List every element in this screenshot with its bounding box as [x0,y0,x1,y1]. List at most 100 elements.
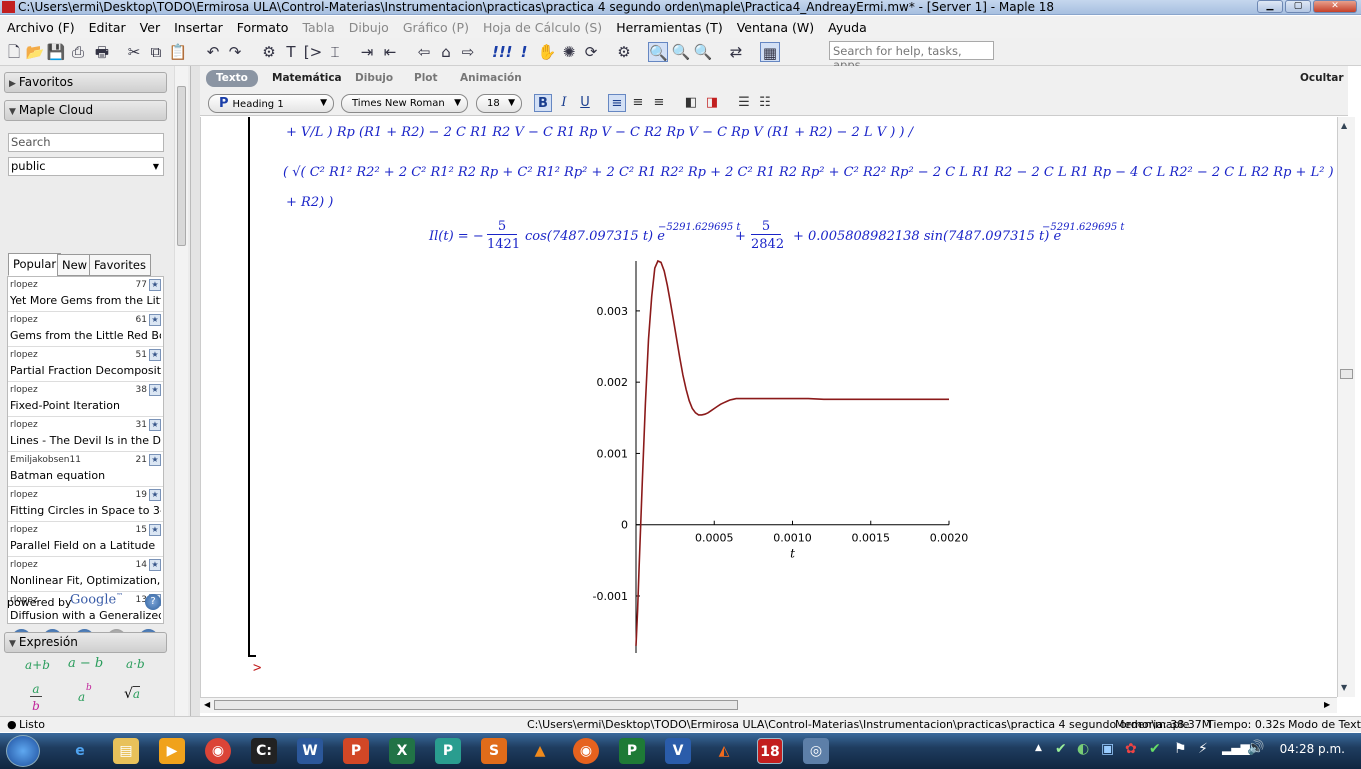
tab-texto[interactable]: Texto [206,70,258,87]
word-icon[interactable]: W [297,738,323,764]
paste-icon[interactable]: 📋 [168,42,188,62]
undo-icon[interactable]: ↶ [203,42,223,62]
panel-splitter[interactable] [191,66,200,716]
star-icon[interactable]: ★ [149,559,161,571]
command-prompt-icon[interactable]: C: [251,738,277,764]
app-taskbar-icon[interactable]: ◎ [803,738,829,764]
palette-toggle-icon[interactable]: ▦ [760,42,780,62]
star-icon[interactable]: ★ [149,489,161,501]
menu-herramientas[interactable]: Herramientas (T) [609,20,730,35]
star-icon[interactable]: ★ [149,419,161,431]
tab-favorites[interactable]: Favorites [89,254,151,276]
copy-icon[interactable]: ⧉ [146,42,166,62]
underline-button[interactable]: U [576,94,594,112]
text-mode-icon[interactable]: T [281,42,301,62]
tray-update-icon[interactable]: ✔ [1149,741,1161,757]
sigma-icon[interactable]: ⌶ [325,42,345,62]
menu-tabla[interactable]: Tabla [295,20,341,35]
menu-grafico[interactable]: Gráfico (P) [396,20,476,35]
style-select[interactable]: P Heading 1 ▼ [208,94,334,113]
list-item[interactable]: rlopez 19★ Fitting Circles in Space to 3-D… [8,487,163,522]
palette-a-plus-b[interactable]: a+b [25,658,50,672]
execute-group-icon[interactable]: ⚙ [259,42,279,62]
list-item[interactable]: rlopez 15 ★ Parallel Field on a Latitude [8,522,163,557]
sublime-icon[interactable]: S [481,738,507,764]
vlc-icon[interactable]: ▲ [527,738,553,764]
menu-formato[interactable]: Formato [230,20,296,35]
tray-power-icon[interactable]: ⚡ [1198,741,1208,757]
open-folder-icon[interactable]: 📂 [25,42,45,62]
save-icon[interactable]: 💾 [46,42,66,62]
tab-popular[interactable]: Popular [8,253,62,276]
minimize-button[interactable]: ▁ [1257,0,1283,13]
scroll-thumb[interactable] [214,700,738,710]
scroll-thumb[interactable] [177,86,186,246]
input-prompt[interactable]: > [253,660,261,676]
help-search-input[interactable]: Search for help, tasks, apps... [829,41,994,72]
align-left-icon[interactable]: ≡ [608,94,626,112]
tray-expand-icon[interactable]: ▲ [1035,743,1042,753]
close-button[interactable]: ✕ [1313,0,1357,13]
excel-icon[interactable]: X [389,738,415,764]
restart-icon[interactable]: ⟳ [581,42,601,62]
list-item[interactable]: rlopez 14★ Nonlinear Fit, Optimization, a.… [8,557,163,592]
math-prompt-icon[interactable]: [> [303,42,323,62]
font-select[interactable]: Times New Roman ▼ [341,94,468,113]
stop-icon[interactable]: ✋ [537,42,557,62]
indent-icon[interactable]: ⇥ [357,42,377,62]
italic-button[interactable]: I [555,94,573,112]
tray-display-icon[interactable]: ▣ [1101,741,1114,757]
tab-matematica[interactable]: Matemática [262,70,352,87]
bold-button[interactable]: B [534,94,552,112]
menu-editar[interactable]: Editar [82,20,133,35]
list-item[interactable]: rlopez 38 ★ Fixed-Point Iteration [8,382,163,417]
file-explorer-icon[interactable]: ▤ [113,738,139,764]
menu-ver[interactable]: Ver [133,20,167,35]
expresion-header[interactable]: ▼ Expresión [4,632,167,653]
media-player-icon[interactable]: ▶ [159,738,185,764]
star-icon[interactable]: ★ [149,314,161,326]
powerpoint-icon[interactable]: P [343,738,369,764]
star-icon[interactable]: ★ [149,454,161,466]
star-icon[interactable]: ★ [149,524,161,536]
chrome-icon[interactable]: ◉ [205,738,231,764]
firefox-icon[interactable]: ◉ [573,738,599,764]
cloud-search-input[interactable]: Search [8,133,164,152]
tab-new[interactable]: New [57,254,93,276]
list-item[interactable]: Emiljakobsen11 21 ★ Batman equation [8,452,163,487]
palette-power-base[interactable]: a [78,690,85,704]
debug-icon[interactable]: ✺ [559,42,579,62]
publisher-icon[interactable]: P [435,738,461,764]
left-panel-scrollbar[interactable] [174,66,188,716]
list-item[interactable]: rlopez 77★ Yet More Gems from the Little..… [8,277,163,312]
list-item[interactable]: rlopez 31★ Lines - The Devil Is in the Det… [8,417,163,452]
internet-explorer-icon[interactable]: e [67,738,93,764]
maple-cloud-header[interactable]: ▼ Maple Cloud [4,100,167,121]
palette-fraction-den[interactable]: b [30,699,42,713]
plot-area[interactable]: 0.0030.0020.0010-0.0010.0005 0.0010 0.0015… [581,257,971,657]
swap-icon[interactable]: ⇄ [726,42,746,62]
tab-plot[interactable]: Plot [404,70,448,87]
tray-volume-icon[interactable]: 🔊 [1247,740,1264,756]
maximize-button[interactable]: ▢ [1285,0,1311,13]
align-center-icon[interactable]: ≡ [629,94,647,112]
tab-dibujo[interactable]: Dibujo [345,70,403,87]
visio-icon[interactable]: V [665,738,691,764]
palette-sqrt[interactable]: √a [124,686,141,702]
outdent-icon[interactable]: ⇤ [380,42,400,62]
tab-animacion[interactable]: Animación [450,70,532,87]
highlight-icon[interactable]: ◧ [682,94,700,112]
scroll-down-icon[interactable]: ▼ [1341,683,1347,692]
cut-icon[interactable]: ✂ [124,42,144,62]
document-vertical-scrollbar[interactable]: ▲ ▼ [1337,117,1355,697]
font-color-icon[interactable]: ◨ [703,94,721,112]
scroll-right-icon[interactable]: ▶ [1324,700,1330,709]
menu-insertar[interactable]: Insertar [167,20,230,35]
execute-icon[interactable]: ! [514,42,534,62]
maple-taskbar-icon[interactable]: 18 [757,738,783,764]
align-right-icon[interactable]: ≡ [650,94,668,112]
palette-a-times-b[interactable]: a·b [126,657,145,671]
scroll-thumb[interactable] [1340,369,1353,379]
matlab-icon[interactable]: ◭ [711,738,737,764]
bullet-list-icon[interactable]: ☰ [735,94,753,112]
